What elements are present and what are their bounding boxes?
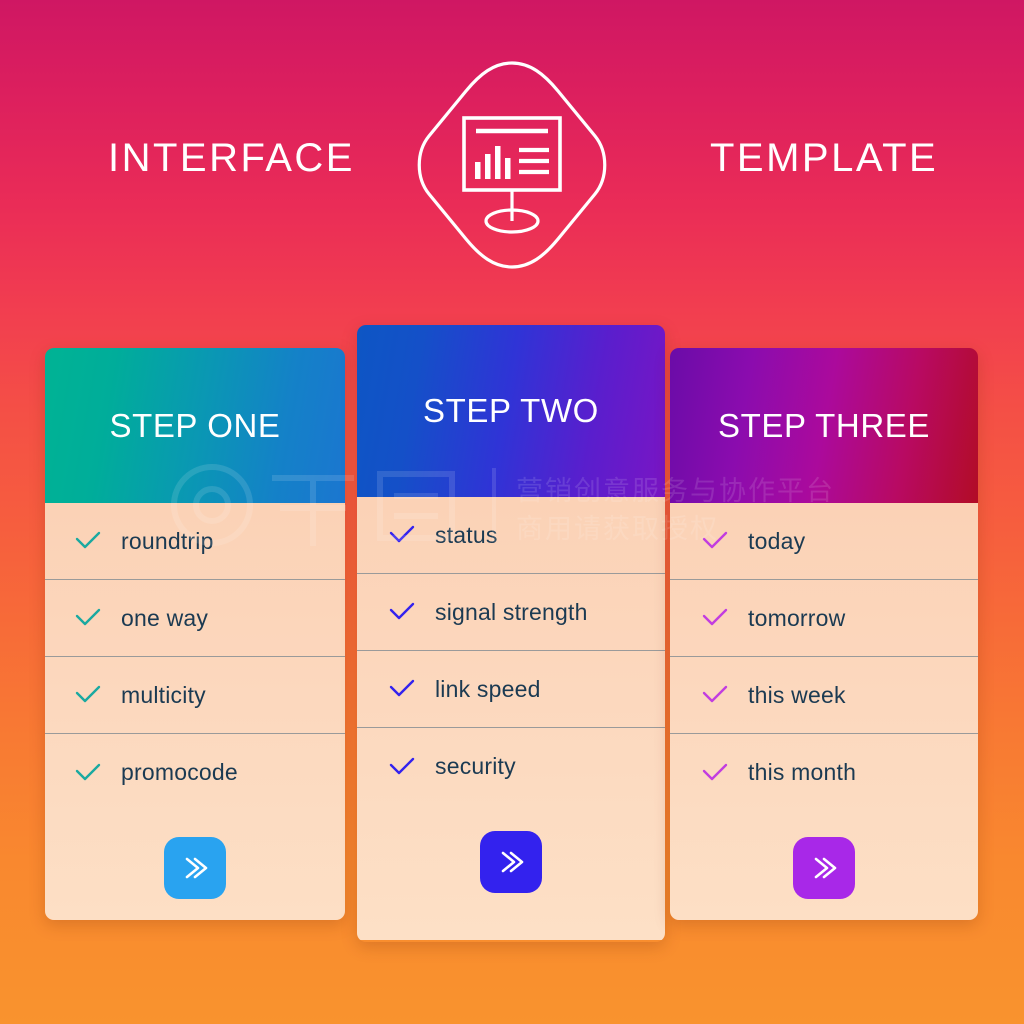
step-one-next-button[interactable]	[164, 837, 226, 899]
list-item[interactable]: roundtrip	[45, 503, 345, 580]
list-item-label: tomorrow	[748, 604, 846, 631]
step-three-body: today tomorrow this week this month	[670, 503, 978, 920]
check-icon	[700, 603, 730, 633]
list-item[interactable]: status	[357, 497, 665, 574]
list-item[interactable]: tomorrow	[670, 580, 978, 657]
step-two-next-button[interactable]	[480, 831, 542, 893]
step-three-next-button[interactable]	[793, 837, 855, 899]
list-item-label: today	[748, 527, 806, 554]
step-card-three[interactable]: STEP THREE today tomorrow this week this…	[670, 348, 978, 920]
check-icon	[73, 526, 103, 556]
step-two-cta-zone	[357, 805, 665, 940]
list-item-label: status	[435, 521, 498, 548]
check-icon	[73, 758, 103, 788]
list-item[interactable]: today	[670, 503, 978, 580]
step-one-header: STEP ONE	[45, 348, 345, 503]
step-three-cta-zone	[670, 811, 978, 920]
list-item[interactable]: multicity	[45, 657, 345, 734]
double-chevron-right-icon	[494, 845, 528, 879]
check-icon	[387, 674, 417, 704]
check-icon	[700, 526, 730, 556]
list-item[interactable]: promocode	[45, 734, 345, 811]
step-three-header: STEP THREE	[670, 348, 978, 503]
check-icon	[73, 680, 103, 710]
list-item[interactable]: this month	[670, 734, 978, 811]
list-item[interactable]: this week	[670, 657, 978, 734]
list-item-label: link speed	[435, 675, 541, 702]
list-item-label: roundtrip	[121, 527, 214, 554]
step-two-body: status signal strength link speed securi…	[357, 497, 665, 940]
list-item-label: security	[435, 753, 516, 779]
list-item-label: one way	[121, 604, 209, 631]
step-card-one[interactable]: STEP ONE roundtrip one way multicity pro…	[45, 348, 345, 920]
check-icon	[700, 758, 730, 788]
list-item[interactable]: link speed	[357, 651, 665, 728]
list-item[interactable]: one way	[45, 580, 345, 657]
steps-card-row: STEP ONE roundtrip one way multicity pro…	[0, 0, 1024, 1024]
list-item[interactable]: security	[357, 728, 665, 805]
check-icon	[73, 603, 103, 633]
check-icon	[387, 520, 417, 550]
step-one-cta-zone	[45, 811, 345, 920]
step-two-title: STEP TWO	[423, 392, 599, 429]
list-item-label: multicity	[121, 681, 206, 708]
check-icon	[387, 597, 417, 627]
step-card-two[interactable]: STEP TWO status signal strength link spe…	[357, 325, 665, 942]
step-one-body: roundtrip one way multicity promocode	[45, 503, 345, 920]
double-chevron-right-icon	[178, 851, 212, 885]
list-item-label: signal strength	[435, 598, 588, 625]
double-chevron-right-icon	[807, 851, 841, 885]
list-item-label: promocode	[121, 759, 238, 785]
check-icon	[700, 680, 730, 710]
step-one-title: STEP ONE	[109, 406, 281, 444]
step-two-header: STEP TWO	[357, 325, 665, 497]
step-three-title: STEP THREE	[717, 406, 930, 444]
list-item-label: this week	[748, 681, 846, 708]
poster-canvas: INTERFACE TEMPLATE STEP ONE roundtrip on…	[0, 0, 1024, 1024]
list-item-label: this month	[748, 759, 857, 785]
list-item[interactable]: signal strength	[357, 574, 665, 651]
check-icon	[387, 752, 417, 782]
